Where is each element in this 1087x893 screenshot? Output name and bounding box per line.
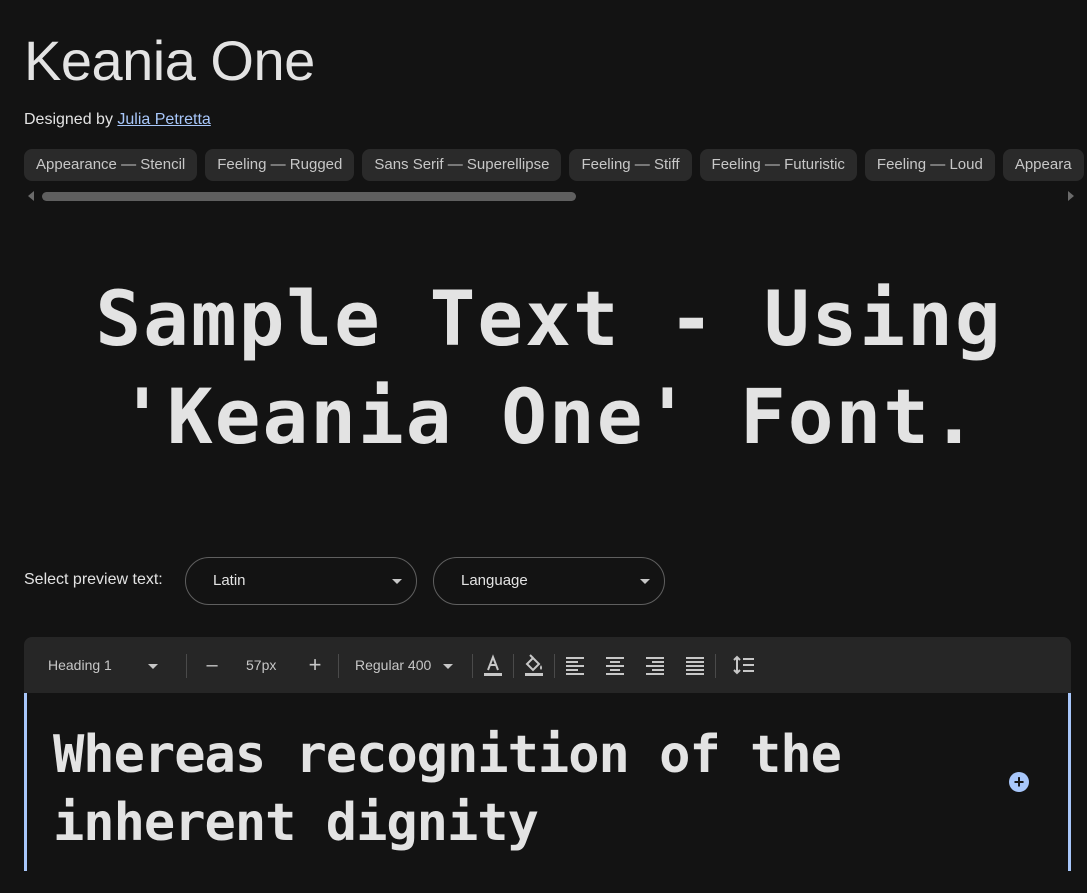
tag-chip[interactable]: Feeling — Loud bbox=[864, 149, 995, 181]
font-size-value[interactable]: 57px bbox=[246, 637, 276, 693]
toolbar-divider bbox=[715, 654, 716, 678]
toolbar-divider bbox=[513, 654, 514, 678]
tag-scrollbar[interactable] bbox=[24, 189, 1074, 203]
chevron-down-icon bbox=[147, 663, 158, 669]
toolbar-divider bbox=[472, 654, 473, 678]
preview-editor[interactable]: Whereas recognition of the inherent dign… bbox=[24, 693, 1071, 871]
chevron-down-icon bbox=[392, 579, 402, 584]
font-specimen-page: Keania One Designed by Julia Petretta Ap… bbox=[0, 0, 1087, 893]
highlight-color-icon[interactable] bbox=[522, 653, 546, 677]
designer-link[interactable]: Julia Petretta bbox=[117, 111, 210, 128]
font-title: Keania One bbox=[24, 29, 315, 92]
tag-chip[interactable]: Appeara bbox=[1002, 149, 1084, 181]
tag-chip[interactable]: Feeling — Stiff bbox=[569, 149, 692, 181]
sample-text: Sample Text - Using 'Keania One' Font. bbox=[95, 274, 1003, 461]
scroll-right-arrow-icon[interactable] bbox=[1068, 191, 1074, 201]
chevron-down-icon bbox=[443, 663, 454, 669]
tag-strip: Appearance — Stencil Feeling — Rugged Sans… bbox=[24, 149, 1087, 181]
chevron-down-icon bbox=[640, 579, 650, 584]
language-select[interactable]: Language bbox=[433, 557, 665, 605]
language-select-value: Language bbox=[461, 572, 528, 589]
tag-chip[interactable]: Sans Serif — Superellipse bbox=[362, 149, 562, 181]
align-right-icon[interactable] bbox=[643, 653, 667, 677]
increase-size-button[interactable]: + bbox=[305, 637, 325, 693]
toolbar-divider bbox=[554, 654, 555, 678]
script-select-value: Latin bbox=[213, 572, 246, 589]
script-select[interactable]: Latin bbox=[185, 557, 417, 605]
toolbar-divider bbox=[186, 654, 187, 678]
line-height-icon[interactable] bbox=[732, 653, 756, 677]
align-left-icon[interactable] bbox=[563, 653, 587, 677]
align-center-icon[interactable] bbox=[603, 653, 627, 677]
tag-chip[interactable]: Appearance — Stencil bbox=[24, 149, 198, 181]
scroll-left-arrow-icon[interactable] bbox=[28, 191, 34, 201]
decrease-size-button[interactable]: – bbox=[202, 637, 222, 693]
font-weight-select[interactable]: Regular 400 bbox=[355, 637, 454, 693]
toolbar-divider bbox=[338, 654, 339, 678]
tag-chip[interactable]: Feeling — Rugged bbox=[205, 149, 355, 181]
designer-line: Designed by Julia Petretta bbox=[24, 111, 211, 129]
text-style-select[interactable]: Heading 1 bbox=[48, 637, 168, 693]
align-justify-icon[interactable] bbox=[683, 653, 707, 677]
font-weight-value: Regular 400 bbox=[355, 657, 432, 673]
designed-by-label: Designed by bbox=[24, 111, 113, 128]
text-style-value: Heading 1 bbox=[48, 657, 112, 673]
editor-text[interactable]: Whereas recognition of the inherent dign… bbox=[53, 721, 973, 857]
editor-toolbar: Heading 1 – 57px + Regular 400 bbox=[24, 637, 1071, 693]
preview-text-label: Select preview text: bbox=[24, 571, 163, 588]
add-block-button[interactable]: + bbox=[1009, 772, 1029, 792]
tag-chip[interactable]: Feeling — Futuristic bbox=[699, 149, 857, 181]
text-color-icon[interactable] bbox=[481, 653, 505, 677]
scrollbar-thumb[interactable] bbox=[42, 192, 576, 201]
